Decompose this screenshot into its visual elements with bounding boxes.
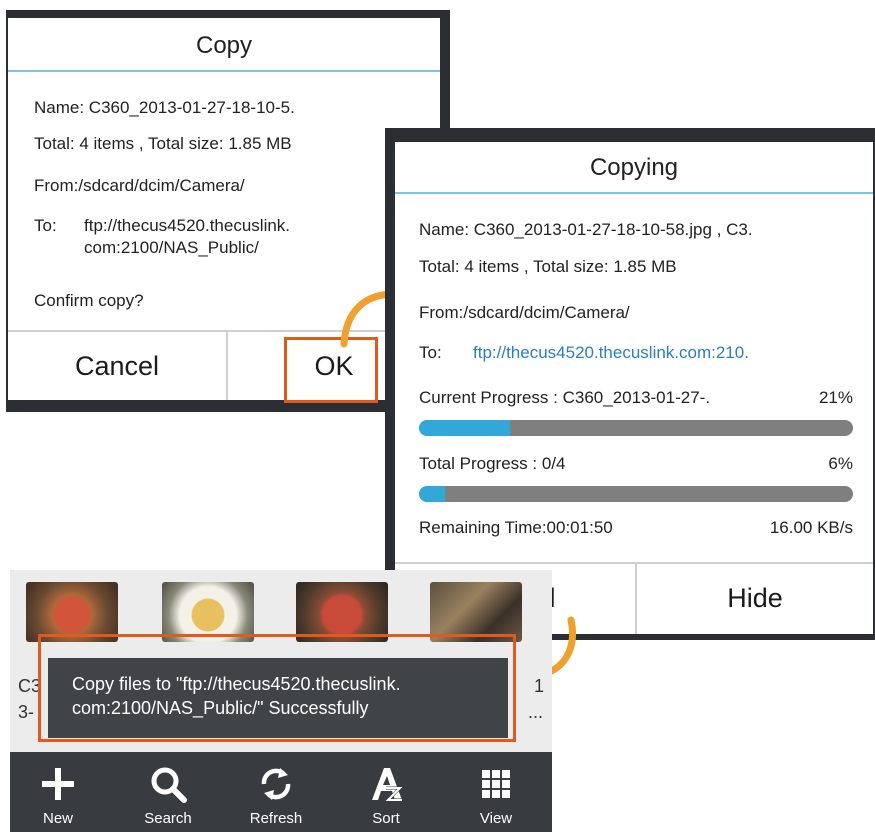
title-divider xyxy=(8,70,440,72)
current-progress-fill xyxy=(419,420,511,436)
current-progress-label: Current Progress : C360_2013-01-27-. xyxy=(419,388,711,407)
copying-from: From:/sdcard/dcim/Camera/ xyxy=(419,303,630,322)
current-progress-percent: 21% xyxy=(818,388,853,407)
file-name-label: 3- xyxy=(18,702,35,722)
transfer-speed: 16.00 KB/s xyxy=(769,518,853,537)
copying-to-value: ftp://thecus4520.thecuslink.com:210. xyxy=(473,343,749,362)
search-button[interactable]: Search xyxy=(128,752,208,832)
photo-thumbnail[interactable] xyxy=(430,582,522,642)
photo-thumbnail[interactable] xyxy=(296,582,388,642)
copying-name: Name: C360_2013-01-27-18-10-58.jpg , C3. xyxy=(419,220,753,239)
copying-to-label: To: xyxy=(419,343,442,362)
remaining-time: Remaining Time:00:01:50 xyxy=(419,518,613,537)
copy-to-line2: com:2100/NAS_Public/ xyxy=(84,238,259,257)
copy-to-line1: ftp://thecus4520.thecuslink. xyxy=(84,216,291,235)
photo-thumbnail[interactable] xyxy=(162,582,254,642)
copying-dialog-title: Copying xyxy=(589,154,679,181)
grid-view-icon xyxy=(482,770,510,798)
sort-button[interactable]: Sort xyxy=(346,752,426,832)
file-name-label: 1 xyxy=(534,676,545,696)
file-name-label: ... xyxy=(528,702,544,722)
view-button[interactable]: View xyxy=(456,752,536,832)
photo-thumbnail[interactable] xyxy=(26,582,118,642)
bottom-toolbar: New Search Refresh Sort View xyxy=(10,752,552,832)
toast-highlight-box xyxy=(38,634,516,742)
copy-total: Total: 4 items , Total size: 1.85 MB xyxy=(34,134,292,153)
toolbar-label: Search xyxy=(144,810,192,827)
refresh-button[interactable]: Refresh xyxy=(236,752,316,832)
title-divider xyxy=(395,192,873,194)
toolbar-label: Refresh xyxy=(249,810,303,827)
sort-icon xyxy=(372,768,404,802)
copy-from: From:/sdcard/dcim/Camera/ xyxy=(34,176,245,195)
button-row-divider xyxy=(395,562,873,564)
toolbar-label: Sort xyxy=(372,810,400,827)
new-button[interactable]: New xyxy=(18,752,98,832)
cancel-button[interactable]: Cancel xyxy=(8,351,226,382)
total-progress-fill xyxy=(419,486,446,502)
toolbar-label: View xyxy=(479,810,513,827)
total-progress-label: Total Progress : 0/4 xyxy=(419,454,566,473)
search-icon xyxy=(151,767,187,803)
copying-dialog: Copying Name: C360_2013-01-27-18-10-58.j… xyxy=(395,142,873,634)
copy-to-label: To: xyxy=(34,216,57,235)
total-progress-percent: 6% xyxy=(828,454,853,473)
toolbar-label: New xyxy=(42,810,73,827)
confirm-copy-text: Confirm copy? xyxy=(34,291,144,310)
total-progress-bar xyxy=(419,486,853,502)
copy-dialog-title: Copy xyxy=(195,32,253,59)
current-progress-bar xyxy=(419,420,853,436)
hide-button[interactable]: Hide xyxy=(637,583,873,614)
copying-total: Total: 4 items , Total size: 1.85 MB xyxy=(419,257,677,276)
plus-icon xyxy=(42,768,74,800)
refresh-icon xyxy=(261,768,291,800)
copy-name: Name: C360_2013-01-27-18-10-5. xyxy=(34,98,295,117)
